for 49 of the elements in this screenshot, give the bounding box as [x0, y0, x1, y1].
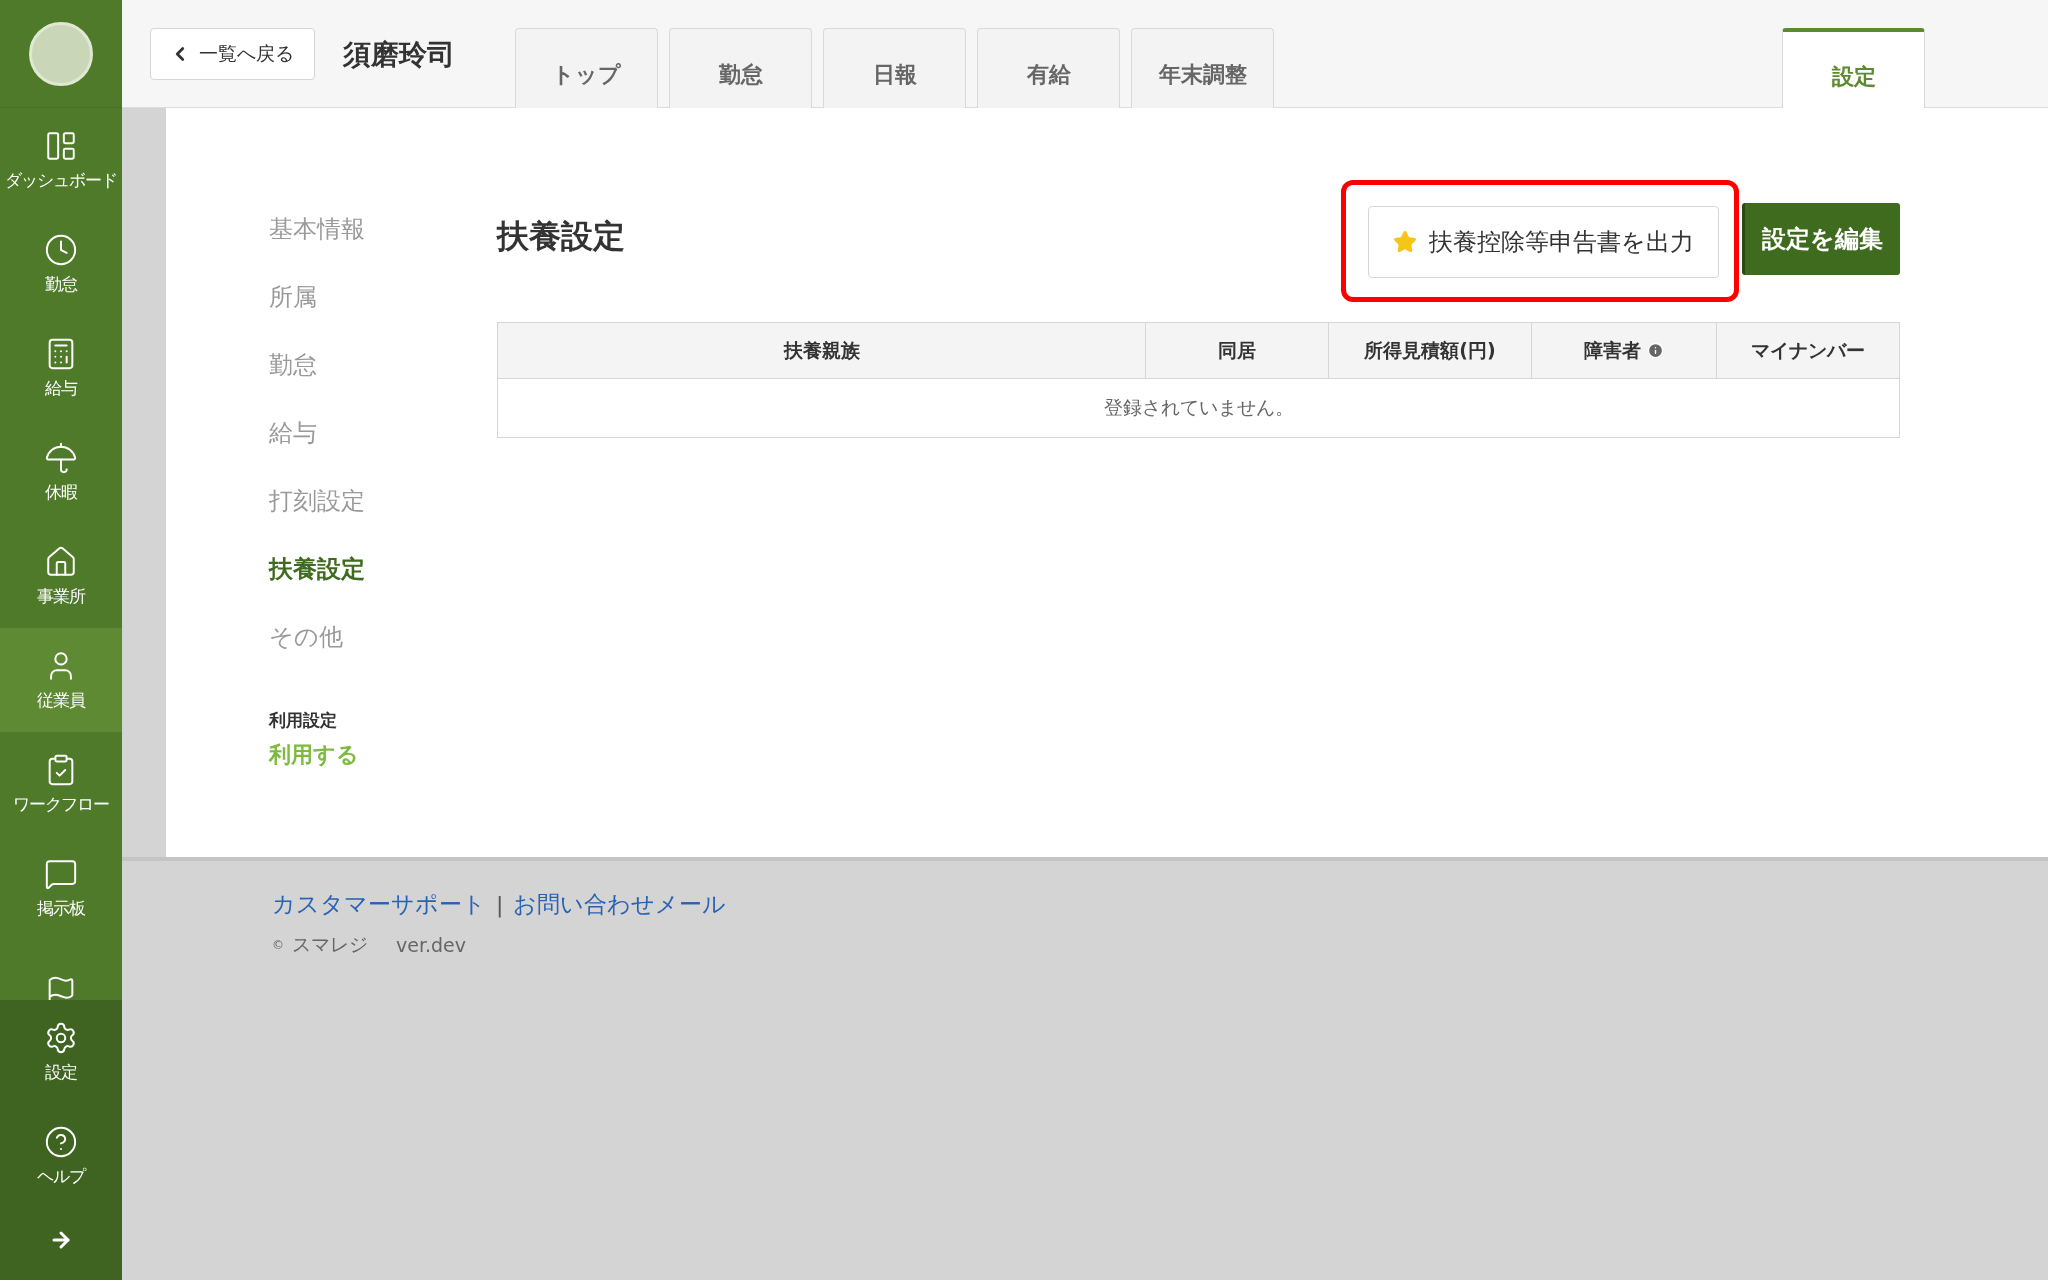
sidebar-item[interactable]: 従業員 [0, 628, 122, 732]
house-icon [44, 544, 78, 579]
sidebar-item[interactable]: 休暇 [0, 420, 122, 524]
settings-nav-item[interactable]: 基本情報 [269, 213, 497, 281]
support-link[interactable]: カスタマーサポート [272, 889, 486, 920]
tab[interactable]: トップ [515, 28, 658, 108]
tab[interactable]: 設定 [1782, 28, 1925, 108]
sidebar-item[interactable]: ヘルプ [0, 1104, 122, 1208]
tab[interactable]: 年末調整 [1131, 28, 1274, 108]
export-button[interactable]: 扶養控除等申告書を出力 [1368, 206, 1719, 278]
copyright-mark: © [272, 938, 284, 952]
sidebar-item[interactable]: 給与 [0, 316, 122, 420]
tab[interactable]: 勤怠 [669, 28, 812, 108]
sidebar-item[interactable]: 設定 [0, 1000, 122, 1104]
sidebar-item[interactable]: 事業所 [0, 524, 122, 628]
settings-nav-item[interactable]: 勤怠 [269, 349, 497, 417]
sidebar-item[interactable]: ダッシュボード [0, 108, 122, 212]
edit-settings-button[interactable]: 設定を編集 [1742, 203, 1900, 275]
settings-nav-item[interactable]: 給与 [269, 417, 497, 485]
section-title: 扶養設定 [497, 216, 626, 257]
usage-label: 利用設定 [269, 709, 338, 732]
column-header: 同居 [1145, 323, 1328, 378]
settings-icon [44, 1020, 78, 1055]
help-icon [44, 1124, 78, 1159]
settings-nav-item[interactable]: 扶養設定 [269, 553, 497, 621]
back-button[interactable]: 一覧へ戻る [150, 28, 315, 80]
usage-value: 利用する [269, 741, 360, 769]
star-icon [1393, 230, 1417, 254]
link-separator: | [496, 892, 504, 917]
info-icon [1647, 342, 1664, 359]
sidebar-item[interactable]: 勤怠 [0, 212, 122, 316]
column-header: マイナンバー [1716, 323, 1899, 378]
empty-message: 登録されていません。 [1102, 395, 1295, 420]
settings-nav-item[interactable]: 打刻設定 [269, 485, 497, 553]
version-text: ver.dev [396, 934, 467, 956]
umbrella-icon [44, 440, 78, 475]
contact-link[interactable]: お問い合わせメール [513, 889, 727, 920]
column-header: 所得見積額(円) [1328, 323, 1531, 378]
column-header: 障害者 [1531, 323, 1716, 378]
column-header: 扶養親族 [782, 337, 861, 363]
settings-nav-item[interactable]: 所属 [269, 281, 497, 349]
company-name: スマレジ [292, 932, 368, 957]
sidebar-item[interactable]: 掲示板 [0, 836, 122, 940]
settings-nav-item[interactable]: その他 [269, 621, 497, 689]
tab[interactable]: 有給 [977, 28, 1120, 108]
tab[interactable]: 日報 [823, 28, 966, 108]
employee-name: 須磨玲司 [343, 37, 455, 73]
clock-icon [44, 232, 78, 267]
sidebar-item[interactable]: ワークフロー [0, 732, 122, 836]
